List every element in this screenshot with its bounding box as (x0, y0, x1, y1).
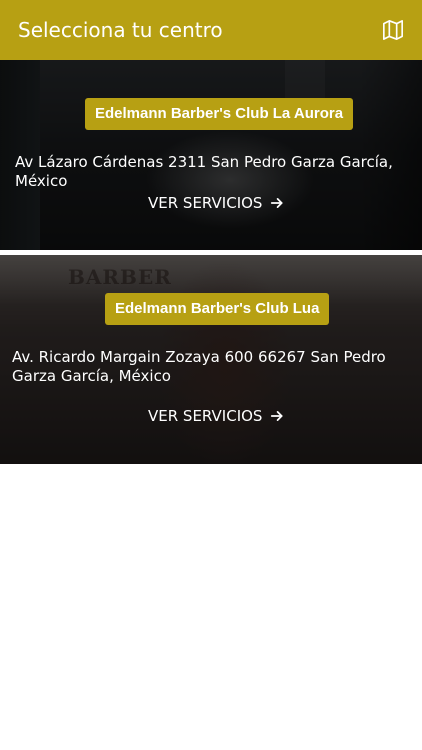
page-title: Selecciona tu centro (18, 18, 223, 42)
center-address: Av Lázaro Cárdenas 2311 San Pedro Garza … (15, 153, 393, 190)
app-bar: Selecciona tu centro (0, 0, 422, 60)
center-card-lua[interactable]: BARBER Edelmann Barber's Club Lua Av. Ri… (0, 255, 422, 464)
ver-servicios-label: VER SERVICIOS (148, 407, 263, 425)
ver-servicios-label: VER SERVICIOS (148, 194, 263, 212)
ver-servicios-button[interactable]: VER SERVICIOS (148, 194, 284, 212)
center-name-badge: Edelmann Barber's Club Lua (105, 293, 330, 325)
center-card-la-aurora[interactable]: Edelmann Barber's Club La Aurora Av Láza… (0, 60, 422, 250)
ver-servicios-button[interactable]: VER SERVICIOS (148, 407, 284, 425)
center-name-badge: Edelmann Barber's Club La Aurora (85, 98, 354, 130)
arrow-right-icon (270, 196, 284, 210)
center-address: Av. Ricardo Margain Zozaya 600 66267 San… (12, 348, 386, 385)
map-icon[interactable] (380, 17, 406, 43)
arrow-right-icon (270, 409, 284, 423)
